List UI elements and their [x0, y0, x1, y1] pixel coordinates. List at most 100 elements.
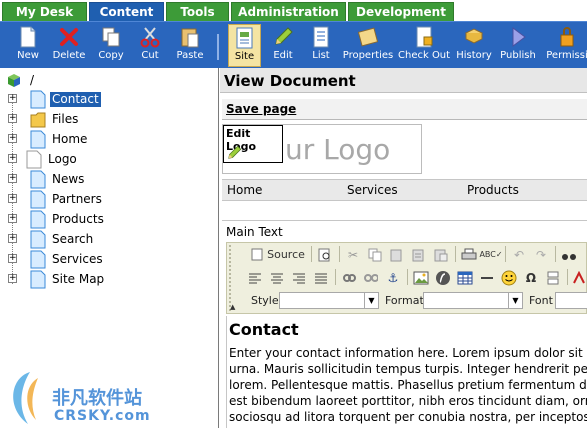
tree-root[interactable]: /: [6, 72, 34, 90]
copy-text-button[interactable]: [365, 245, 385, 264]
edit-pencil-icon[interactable]: [225, 144, 243, 162]
toolbar-grip[interactable]: [229, 245, 237, 311]
tab-tools[interactable]: Tools: [166, 2, 229, 21]
text-color-icon: [573, 270, 585, 283]
cut-button[interactable]: Cut: [134, 24, 166, 67]
align-right-button[interactable]: [289, 268, 309, 287]
nav-home[interactable]: Home: [227, 183, 262, 197]
format-select[interactable]: ▼: [423, 292, 523, 309]
undo-button[interactable]: ↶: [509, 245, 529, 264]
tree-item-label: Logo: [48, 152, 77, 166]
cut-text-button[interactable]: ✂: [343, 245, 363, 264]
tree-item-logo[interactable]: + Logo: [8, 150, 208, 170]
new-page-icon: [20, 26, 36, 48]
tab-development[interactable]: Development: [348, 2, 454, 21]
preview-button[interactable]: [315, 245, 335, 264]
paste-text-button[interactable]: [387, 245, 407, 264]
expand-toggle[interactable]: +: [8, 174, 17, 183]
tree-item-label: News: [52, 172, 85, 186]
page-icon: [30, 250, 46, 269]
tree-item-products[interactable]: + Products: [8, 210, 208, 230]
style-label: Style: [251, 294, 279, 307]
check-out-button[interactable]: Check Out: [398, 24, 450, 67]
print-button[interactable]: [459, 245, 479, 264]
main-text-editor: Main Text Source ✂ ABC✓ ↶ ↷ ⚓ Ω Style ▼ …: [222, 220, 587, 428]
tree-item-search[interactable]: + Search: [8, 230, 208, 250]
anchor-icon: ⚓: [387, 270, 399, 285]
edit-button[interactable]: Edit: [266, 24, 300, 67]
paste-button[interactable]: Paste: [172, 24, 208, 67]
tree-item-home[interactable]: + Home: [8, 130, 208, 150]
tree-item-label: Files: [52, 112, 79, 126]
copy-button[interactable]: Copy: [94, 24, 128, 67]
image-icon: [413, 271, 429, 284]
tree-root-label: /: [30, 73, 35, 87]
editor-toolbar-row: Source ✂ ABC✓ ↶ ↷: [227, 243, 587, 266]
editor-content[interactable]: Contact Enter your contact information h…: [226, 316, 587, 428]
style-select[interactable]: ▼: [279, 292, 379, 309]
folder-icon: [30, 112, 46, 128]
collapse-toolbar-icon[interactable]: ▲: [230, 303, 235, 311]
copy-text-icon: [368, 248, 382, 261]
special-char-button[interactable]: Ω: [521, 268, 541, 287]
expand-toggle[interactable]: +: [8, 154, 17, 163]
tree-item-label: Home: [52, 132, 88, 146]
main-toolbar: New Delete Copy Cut Paste Site Edit List…: [0, 21, 587, 68]
spellcheck-button[interactable]: ABC✓: [479, 245, 502, 264]
nav-products[interactable]: Products: [467, 183, 519, 197]
expand-toggle[interactable]: +: [8, 134, 17, 143]
unlink-button[interactable]: [361, 268, 381, 287]
edit-logo-box[interactable]: Edit Logo: [223, 125, 283, 163]
list-button[interactable]: List: [306, 24, 336, 67]
expand-toggle[interactable]: +: [8, 274, 17, 283]
tab-content[interactable]: Content: [89, 2, 164, 21]
nav-services[interactable]: Services: [347, 183, 398, 197]
redo-button[interactable]: ↷: [531, 245, 551, 264]
permissions-button[interactable]: Permissi: [544, 24, 587, 67]
expand-toggle[interactable]: +: [8, 194, 17, 203]
tree-item-partners[interactable]: + Partners: [8, 190, 208, 210]
source-button[interactable]: Source: [249, 245, 307, 264]
toolbar-separator: [335, 269, 336, 285]
paste-word-button[interactable]: [431, 245, 451, 264]
horizontal-rule-button[interactable]: [477, 268, 497, 287]
anchor-button[interactable]: ⚓: [383, 268, 403, 287]
table-button[interactable]: [455, 268, 475, 287]
image-button[interactable]: [411, 268, 431, 287]
tab-administration[interactable]: Administration: [231, 2, 346, 21]
page-break-button[interactable]: [543, 268, 563, 287]
expand-toggle[interactable]: +: [8, 114, 17, 123]
save-page-link[interactable]: Save page: [226, 102, 296, 116]
smiley-icon: [501, 270, 517, 285]
expand-toggle[interactable]: +: [8, 214, 17, 223]
toolbar-separator: [339, 246, 340, 262]
font-select[interactable]: [555, 292, 587, 309]
expand-toggle[interactable]: +: [8, 94, 17, 103]
expand-toggle[interactable]: +: [8, 234, 17, 243]
delete-button[interactable]: Delete: [50, 24, 88, 67]
smiley-button[interactable]: [499, 268, 519, 287]
tree-item-contact[interactable]: + Contact: [8, 90, 208, 110]
link-button[interactable]: [339, 268, 359, 287]
align-left-button[interactable]: [245, 268, 265, 287]
publish-button[interactable]: Publish: [498, 24, 538, 67]
find-button[interactable]: [559, 245, 579, 264]
tree-item-files[interactable]: + Files: [8, 110, 208, 130]
history-button[interactable]: History: [456, 24, 492, 67]
tab-my-desk[interactable]: My Desk: [2, 2, 87, 21]
align-center-button[interactable]: [267, 268, 287, 287]
tree-item-services[interactable]: + Services: [8, 250, 208, 270]
tree-item-news[interactable]: + News: [8, 170, 208, 190]
properties-button[interactable]: Properties: [342, 24, 394, 67]
new-button[interactable]: New: [10, 24, 46, 67]
site-button[interactable]: Site: [228, 24, 261, 67]
document-panel: View Document Save page ur Logo Edit Log…: [220, 68, 587, 428]
flash-button[interactable]: [433, 268, 453, 287]
expand-toggle[interactable]: +: [8, 254, 17, 263]
paste-text-plain-button[interactable]: [409, 245, 429, 264]
paste-label: Paste: [176, 50, 204, 61]
tree-item-site-map[interactable]: + Site Map: [8, 270, 208, 290]
text-color-button[interactable]: [569, 268, 587, 287]
main-text-label: Main Text: [226, 225, 283, 239]
justify-button[interactable]: [311, 268, 331, 287]
